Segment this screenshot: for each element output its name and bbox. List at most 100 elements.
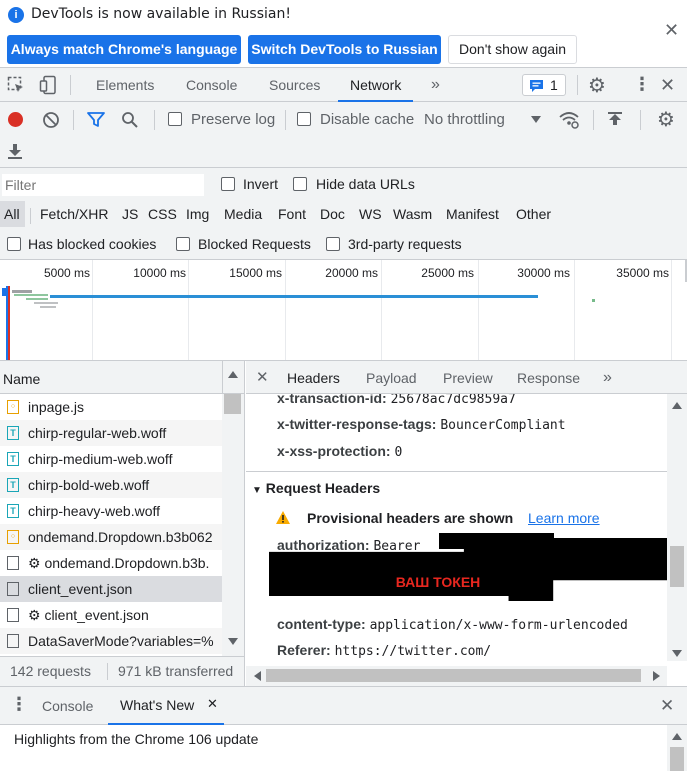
document-file-icon xyxy=(7,556,19,570)
scrollbar-thumb[interactable] xyxy=(266,669,641,682)
tab-response[interactable]: Response xyxy=(517,361,580,394)
filter-type-fetch-xhr[interactable]: Fetch/XHR xyxy=(40,206,108,222)
request-list-scrollbar[interactable] xyxy=(222,394,244,656)
tab-elements[interactable]: Elements xyxy=(96,68,154,102)
kebab-menu-icon[interactable]: ⋮ xyxy=(633,74,651,95)
request-row[interactable]: Tchirp-medium-web.woff xyxy=(0,446,222,472)
request-row[interactable]: DataSaverMode?variables=% xyxy=(0,628,222,654)
filter-type-media[interactable]: Media xyxy=(224,206,262,222)
throttling-select[interactable]: No throttling xyxy=(424,111,505,128)
filter-type-wasm[interactable]: Wasm xyxy=(393,206,432,222)
request-rows: ○ inpage.js Tchirp-regular-web.woff Tchirp-… xyxy=(0,394,222,656)
hide-data-urls-checkbox[interactable] xyxy=(293,177,307,191)
scroll-up-arrow-icon[interactable] xyxy=(228,371,238,378)
filter-type-font[interactable]: Font xyxy=(278,206,306,222)
drawer-tab-whats-new[interactable]: What's New ✕ xyxy=(108,687,224,725)
tab-sources[interactable]: Sources xyxy=(269,68,320,102)
close-detail-icon[interactable]: ✕ xyxy=(256,368,269,386)
switch-to-russian-button[interactable]: Switch DevTools to Russian xyxy=(248,35,441,64)
dont-show-again-button[interactable]: Don't show again xyxy=(448,35,577,64)
search-icon[interactable] xyxy=(121,111,139,129)
filter-input[interactable] xyxy=(2,174,204,196)
request-row[interactable]: client_event.json xyxy=(0,576,222,602)
filter-type-ws[interactable]: WS xyxy=(359,206,382,222)
gridline xyxy=(574,260,575,360)
filter-type-other[interactable]: Other xyxy=(516,206,551,222)
device-toolbar-icon[interactable] xyxy=(39,75,59,95)
scroll-up-arrow-icon[interactable] xyxy=(672,733,682,740)
import-har-icon[interactable] xyxy=(607,111,623,129)
tab-payload[interactable]: Payload xyxy=(366,361,417,394)
filter-type-manifest[interactable]: Manifest xyxy=(446,206,499,222)
blocked-requests-checkbox[interactable] xyxy=(176,237,190,251)
drawer-scrollbar[interactable] xyxy=(667,725,687,771)
request-row[interactable]: Tchirp-bold-web.woff xyxy=(0,472,222,498)
close-tab-icon[interactable]: ✕ xyxy=(207,697,218,712)
blocked-cookies-checkbox[interactable] xyxy=(7,237,21,251)
tick-label: 25000 ms xyxy=(421,266,474,280)
tab-preview[interactable]: Preview xyxy=(443,361,493,394)
record-icon[interactable] xyxy=(8,112,23,127)
filter-icon[interactable] xyxy=(87,112,105,128)
request-list: Name ○ inpage.js Tchirp-regular-web.woff Tc… xyxy=(0,361,245,686)
tab-network[interactable]: Network xyxy=(338,68,414,102)
chevron-down-icon[interactable] xyxy=(531,116,541,123)
more-tabs-icon[interactable]: » xyxy=(431,68,440,102)
scroll-right-arrow-icon[interactable] xyxy=(653,671,660,681)
request-row[interactable]: ⚙ ondemand.Dropdown.b3b. xyxy=(0,550,222,576)
filter-type-css[interactable]: CSS xyxy=(148,206,177,222)
settings-gear-icon[interactable]: ⚙ xyxy=(588,73,606,97)
drawer-menu-icon[interactable]: ⋮ xyxy=(10,694,28,715)
detail-vertical-scrollbar[interactable] xyxy=(667,394,687,661)
request-row[interactable]: Tchirp-regular-web.woff xyxy=(0,420,222,446)
network-conditions-icon[interactable] xyxy=(558,110,580,130)
close-drawer-icon[interactable]: ✕ xyxy=(660,696,674,716)
issues-counter[interactable]: 1 xyxy=(522,74,566,96)
request-row[interactable]: ⚙ client_event.json xyxy=(0,602,222,628)
close-devtools-icon[interactable]: ✕ xyxy=(660,75,675,96)
inspect-element-icon[interactable] xyxy=(7,76,25,94)
request-count: 142 requests xyxy=(10,663,91,679)
preserve-log-checkbox[interactable] xyxy=(168,112,182,126)
learn-more-link[interactable]: Learn more xyxy=(528,510,600,526)
request-row[interactable]: ○ ondemand.Dropdown.b3b062 xyxy=(0,524,222,550)
scroll-up-arrow-icon[interactable] xyxy=(672,402,682,409)
document-file-icon xyxy=(7,608,19,622)
scroll-down-arrow-icon[interactable] xyxy=(228,638,238,645)
third-party-label: 3rd-party requests xyxy=(348,236,462,252)
network-settings-icon[interactable]: ⚙ xyxy=(657,107,675,131)
network-overview[interactable]: 5000 ms 10000 ms 15000 ms 20000 ms 25000… xyxy=(0,260,687,361)
clear-icon[interactable] xyxy=(42,111,60,129)
scrollbar-thumb[interactable] xyxy=(670,747,684,771)
drawer-tab-console[interactable]: Console xyxy=(42,687,93,725)
more-detail-tabs-icon[interactable]: » xyxy=(603,361,612,394)
export-har-icon[interactable] xyxy=(7,142,23,160)
scrollbar-thumb[interactable] xyxy=(224,394,241,414)
scroll-left-arrow-icon[interactable] xyxy=(254,671,261,681)
invert-checkbox[interactable] xyxy=(221,177,235,191)
filter-type-js[interactable]: JS xyxy=(122,206,138,222)
detail-horizontal-scrollbar[interactable] xyxy=(246,666,667,686)
name-column-header[interactable]: Name xyxy=(3,371,40,387)
request-bars xyxy=(12,290,32,293)
filter-type-doc[interactable]: Doc xyxy=(320,206,345,222)
tick-label: 5000 ms xyxy=(43,266,90,280)
tab-console[interactable]: Console xyxy=(186,68,237,102)
close-infobar-icon[interactable]: ✕ xyxy=(664,22,679,40)
filter-type-all[interactable]: All xyxy=(4,206,20,222)
filter-type-img[interactable]: Img xyxy=(186,206,209,222)
disable-cache-label: Disable cache xyxy=(320,111,415,128)
third-party-checkbox[interactable] xyxy=(326,237,340,251)
headers-content: x-transaction-id: 25678ac7dc9859a7 x-twi… xyxy=(246,394,667,661)
disable-cache-checkbox[interactable] xyxy=(297,112,311,126)
request-row[interactable]: ○ inpage.js xyxy=(0,394,222,420)
whats-new-highlights: Highlights from the Chrome 106 update xyxy=(14,731,259,747)
always-match-language-button[interactable]: Always match Chrome's language xyxy=(7,35,241,64)
preserve-log-label: Preserve log xyxy=(191,111,276,128)
header-value: application/x-www-form-urlencoded xyxy=(369,618,628,633)
request-row[interactable]: Tchirp-heavy-web.woff xyxy=(0,498,222,524)
request-headers-section[interactable]: ▼ Request Headers xyxy=(252,480,380,496)
scroll-down-arrow-icon[interactable] xyxy=(672,650,682,657)
tab-headers[interactable]: Headers xyxy=(287,361,340,394)
scrollbar-thumb[interactable] xyxy=(670,546,684,587)
